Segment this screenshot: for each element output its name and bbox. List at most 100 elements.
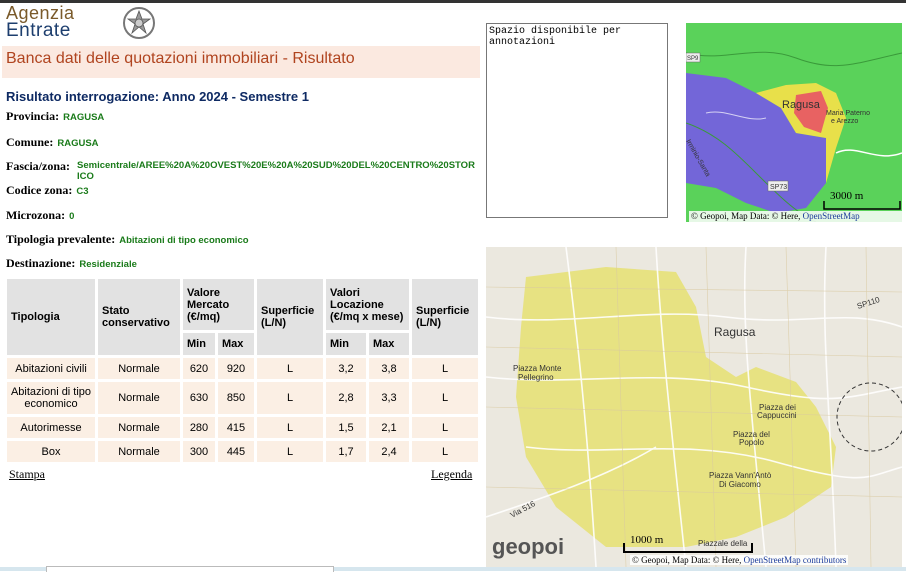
codice-zona-value: C3 bbox=[76, 186, 89, 197]
cell-locazione-max: 3,3 bbox=[369, 382, 409, 414]
map-small-village-label: Maria Paterno bbox=[826, 110, 870, 117]
cell-locazione-max: 3,8 bbox=[369, 358, 409, 379]
map-large-scale-label: 1000 m bbox=[630, 534, 664, 546]
cell-superficie-2: L bbox=[412, 417, 478, 438]
table-row: Box Normale 300 445 L 1,7 2,4 L bbox=[7, 441, 478, 462]
map-large-city-label: Ragusa bbox=[714, 325, 756, 339]
map-small-scale-label: 3000 m bbox=[830, 190, 864, 202]
logo-line-2: Entrate bbox=[6, 20, 71, 41]
map-small-city-label: Ragusa bbox=[782, 99, 821, 111]
col-valore-max: Max bbox=[218, 333, 254, 355]
result-title: Risultato interrogazione: Anno 2024 - Se… bbox=[6, 89, 309, 104]
cell-superficie-1: L bbox=[257, 382, 323, 414]
map-large-popolo-label-2: Popolo bbox=[739, 438, 764, 447]
quotations-table: Tipologia Stato conservativo Valore Merc… bbox=[4, 276, 481, 465]
cell-valore-max: 850 bbox=[218, 382, 254, 414]
geopoi-logo: geopoi bbox=[492, 534, 564, 559]
bottom-panel bbox=[46, 566, 334, 572]
fascia-value: Semicentrale/AREE%20A%20OVEST%20E%20A%20… bbox=[77, 160, 475, 182]
map-small-road-label: SP73 bbox=[770, 184, 787, 191]
cell-locazione-max: 2,1 bbox=[369, 417, 409, 438]
cell-locazione-min: 1,5 bbox=[326, 417, 366, 438]
col-locazione-max: Max bbox=[369, 333, 409, 355]
map-large-piazzale-label: Piazzale della bbox=[698, 539, 748, 548]
stampa-link[interactable]: Stampa bbox=[9, 467, 45, 482]
agenzia-entrate-logo[interactable]: Agenzia Entrate bbox=[2, 4, 162, 47]
provincia-label: Provincia: bbox=[6, 109, 60, 123]
microzona-label: Microzona: bbox=[6, 208, 66, 222]
cell-valore-max: 445 bbox=[218, 441, 254, 462]
col-superficie-2: Superficie (L/N) bbox=[412, 279, 478, 355]
cell-valore-max: 415 bbox=[218, 417, 254, 438]
codice-zona-field: Codice zona: C3 bbox=[6, 183, 88, 198]
cell-valore-max: 920 bbox=[218, 358, 254, 379]
col-tipologia: Tipologia bbox=[7, 279, 95, 355]
tipologia-prevalente-field: Tipologia prevalente: Abitazioni di tipo … bbox=[6, 232, 249, 247]
comune-label: Comune: bbox=[6, 135, 54, 149]
col-valore-mercato: Valore Mercato (€/mq) bbox=[183, 279, 254, 331]
cell-locazione-min: 3,2 bbox=[326, 358, 366, 379]
map-large-vann-label: Piazza Vann'Antò bbox=[709, 471, 772, 480]
detail-map-attribution: © Geopoi, Map Data: © Here, OpenStreetMa… bbox=[630, 555, 849, 565]
cell-valore-min: 280 bbox=[183, 417, 215, 438]
cell-superficie-2: L bbox=[412, 382, 478, 414]
destinazione-label: Destinazione: bbox=[6, 256, 76, 270]
cell-valore-min: 620 bbox=[183, 358, 215, 379]
detail-map-canvas: Ragusa Piazza Monte Pellegrino Piazza de… bbox=[486, 247, 902, 567]
map-small-attribution-text: © Geopoi, Map Data: © Here, bbox=[691, 211, 803, 221]
cell-valore-min: 630 bbox=[183, 382, 215, 414]
table-row: Abitazioni civili Normale 620 920 L 3,2 … bbox=[7, 358, 478, 379]
col-valori-locazione: Valori Locazione (€/mq x mese) bbox=[326, 279, 409, 331]
destinazione-field: Destinazione: Residenziale bbox=[6, 256, 137, 271]
detail-map[interactable]: Ragusa Piazza Monte Pellegrino Piazza de… bbox=[486, 247, 902, 567]
overview-map-attribution: © Geopoi, Map Data: © Here, OpenStreetMa… bbox=[689, 211, 902, 222]
cell-superficie-1: L bbox=[257, 417, 323, 438]
cell-stato: Normale bbox=[98, 358, 180, 379]
map-large-monte-label: Piazza Monte bbox=[513, 364, 562, 373]
table-row: Autorimesse Normale 280 415 L 1,5 2,1 L bbox=[7, 417, 478, 438]
overview-map-canvas: SP9 Ragusa Maria Paterno e Arezzo SP73 I… bbox=[686, 23, 902, 222]
tipologia-prevalente-value: Abitazioni di tipo economico bbox=[119, 235, 249, 246]
cell-tipologia: Abitazioni di tipo economico bbox=[7, 382, 95, 414]
tipologia-prevalente-label: Tipologia prevalente: bbox=[6, 232, 116, 246]
legenda-link[interactable]: Legenda bbox=[431, 467, 472, 482]
fascia-label: Fascia/zona: bbox=[6, 159, 70, 173]
comune-value: RAGUSA bbox=[57, 138, 99, 149]
cell-tipologia: Box bbox=[7, 441, 95, 462]
map-small-village-label-2: e Arezzo bbox=[831, 118, 858, 125]
microzona-value: 0 bbox=[69, 211, 75, 222]
cell-superficie-2: L bbox=[412, 441, 478, 462]
cell-tipologia: Abitazioni civili bbox=[7, 358, 95, 379]
cell-superficie-2: L bbox=[412, 358, 478, 379]
map-large-attribution-link[interactable]: OpenStreetMap contributors bbox=[744, 555, 847, 565]
microzona-field: Microzona: 0 bbox=[6, 208, 74, 223]
cell-superficie-1: L bbox=[257, 358, 323, 379]
col-superficie-1: Superficie (L/N) bbox=[257, 279, 323, 355]
cell-locazione-min: 1,7 bbox=[326, 441, 366, 462]
codice-zona-label: Codice zona: bbox=[6, 183, 73, 197]
page-title-bar: Banca dati delle quotazioni immobiliari … bbox=[2, 46, 480, 78]
provincia-value: RAGUSA bbox=[63, 112, 105, 123]
cell-stato: Normale bbox=[98, 417, 180, 438]
cell-locazione-max: 2,4 bbox=[369, 441, 409, 462]
comune-field: Comune: RAGUSA bbox=[6, 135, 99, 150]
provincia-field: Provincia: RAGUSA bbox=[6, 109, 104, 124]
cell-locazione-min: 2,8 bbox=[326, 382, 366, 414]
map-small-road-label-2: SP9 bbox=[687, 56, 699, 62]
fascia-field: Fascia/zona: bbox=[6, 159, 70, 174]
republic-emblem-icon bbox=[123, 7, 155, 39]
cell-stato: Normale bbox=[98, 382, 180, 414]
top-border bbox=[0, 0, 906, 3]
cell-tipologia: Autorimesse bbox=[7, 417, 95, 438]
overview-map[interactable]: SP9 Ragusa Maria Paterno e Arezzo SP73 I… bbox=[686, 23, 902, 222]
notes-textarea[interactable]: Spazio disponibile per annotazioni bbox=[486, 23, 668, 218]
map-large-attribution-text: © Geopoi, Map Data: © Here, bbox=[632, 555, 744, 565]
col-stato: Stato conservativo bbox=[98, 279, 180, 355]
map-large-vann-label-2: Di Giacomo bbox=[719, 480, 761, 489]
page-title: Banca dati delle quotazioni immobiliari … bbox=[6, 50, 355, 67]
cell-valore-min: 300 bbox=[183, 441, 215, 462]
map-large-monte-label-2: Pellegrino bbox=[518, 373, 554, 382]
cell-stato: Normale bbox=[98, 441, 180, 462]
col-locazione-min: Min bbox=[326, 333, 366, 355]
table-row: Abitazioni di tipo economico Normale 630… bbox=[7, 382, 478, 414]
